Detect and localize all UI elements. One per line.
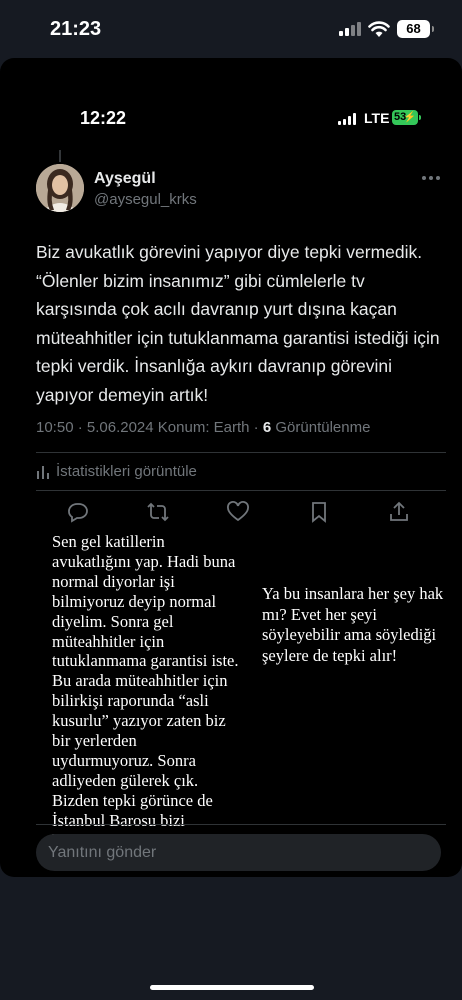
outer-clock: 21:23 <box>50 18 102 40</box>
retweet-icon[interactable] <box>146 500 170 524</box>
tweet-date: 5.06.2024 <box>86 419 154 436</box>
heart-icon[interactable] <box>226 500 250 524</box>
avatar[interactable] <box>36 164 84 212</box>
view-stats-link[interactable]: İstatistikleri görüntüle <box>36 463 197 480</box>
tweet-body: Biz avukatlık görevini yapıyor diye tepk… <box>36 242 440 405</box>
more-options-icon[interactable] <box>420 174 442 182</box>
overlay-comment-right: Ya bu insanlara her şey hak mı? Evet her… <box>262 584 444 665</box>
views-count: 6 <box>262 419 272 436</box>
tweet-metadata: 10:50 · 5.06.2024 Konum: Earth · 6 Görün… <box>36 419 371 436</box>
wifi-icon <box>368 21 390 37</box>
divider <box>36 490 446 491</box>
views-label: Görüntülenme <box>275 419 371 436</box>
divider <box>36 824 446 825</box>
network-type: LTE <box>364 110 390 126</box>
inner-battery-indicator: 53 ⚡ <box>392 110 421 125</box>
tweet-screenshot-card: 12:22 LTE 53 ⚡ Ayşegül @aysegul_krks Biz … <box>0 58 462 877</box>
bar-chart-icon <box>37 465 49 479</box>
overlay-comment-left: Sen gel katillerin avukatlığını yap. Had… <box>52 532 239 850</box>
divider <box>36 452 446 453</box>
avatar-image <box>36 164 84 212</box>
charging-bolt-icon: ⚡ <box>403 112 416 123</box>
tweet-location: Konum: Earth <box>157 419 250 436</box>
inner-clock: 12:22 <box>80 108 127 128</box>
home-indicator[interactable] <box>150 985 314 990</box>
reply-composer-input[interactable]: Yanıtını gönder <box>36 834 441 871</box>
view-stats-label: İstatistikleri görüntüle <box>56 463 197 480</box>
battery-indicator: 68 <box>397 20 434 38</box>
thread-connector-line <box>59 150 61 162</box>
outer-status-bar: 21:23 68 <box>0 0 462 58</box>
author-handle[interactable]: @aysegul_krks <box>94 191 197 208</box>
tweet-time: 10:50 <box>36 419 74 436</box>
cellular-signal-icon <box>339 22 363 36</box>
bookmark-icon[interactable] <box>307 500 331 524</box>
author-display-name[interactable]: Ayşegül <box>94 170 156 188</box>
reply-icon[interactable] <box>66 500 90 524</box>
inner-signal-icon <box>338 113 356 125</box>
share-icon[interactable] <box>387 500 411 524</box>
